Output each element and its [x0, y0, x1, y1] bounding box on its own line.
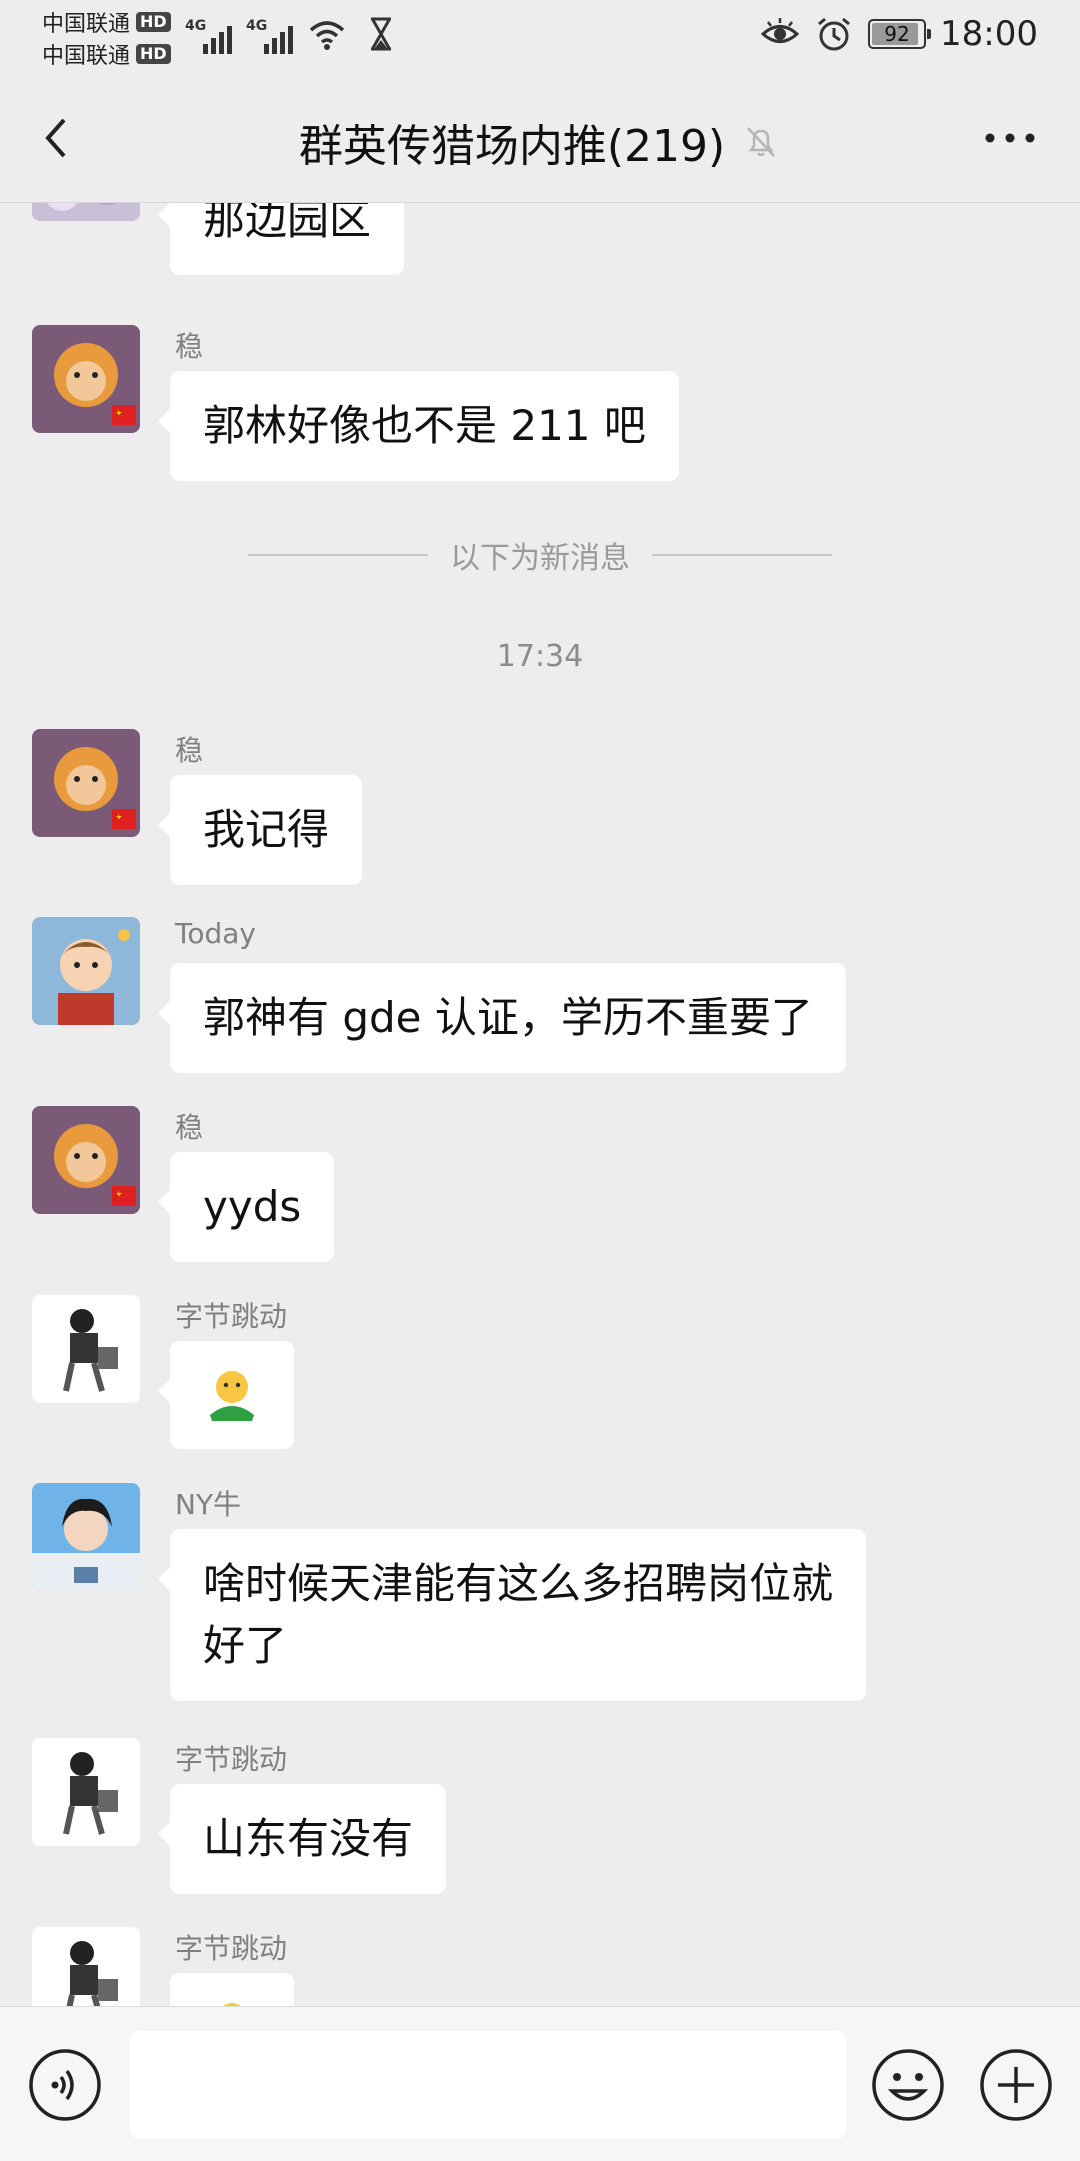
network-type-1: 4G [185, 18, 207, 34]
avatar[interactable] [32, 203, 140, 221]
message-bubble[interactable]: yyds [157, 1152, 335, 1262]
alarm-icon [818, 17, 850, 51]
sender-name: 字节跳动 [175, 1932, 288, 1965]
signal-icon-2: 4G [246, 18, 293, 54]
avatar[interactable] [32, 729, 140, 837]
message-bubble[interactable] [170, 1973, 294, 2006]
page-title: 群英传猎场内推(219) [298, 121, 726, 172]
title-wrap: 群英传猎场内推(219) [0, 110, 1080, 174]
message-bubble[interactable]: 郭神有 gde 认证，学历不重要了 [158, 963, 846, 1073]
sender-name: 字节跳动 [175, 1300, 288, 1333]
wifi-icon [309, 21, 345, 50]
avatar[interactable] [32, 917, 140, 1025]
timestamp: 17:34 [496, 639, 584, 674]
green-shirt-emoji-icon [210, 1371, 254, 1421]
hourglass-icon [371, 17, 391, 51]
message-bubble[interactable]: 啥时候天津能有这么多招聘岗位就 好了 [157, 1529, 867, 1701]
status-right: 92 18:00 [760, 14, 1038, 54]
divider-text: 以下为新消息 [450, 541, 630, 576]
sender-name: 稳 [175, 330, 204, 363]
message-text-line: 啥时候天津能有这么多招聘岗位就 [203, 1559, 834, 1608]
message-text: 郭林好像也不是 211 吧 [203, 401, 646, 450]
message-text-line: 好了 [203, 1621, 288, 1670]
message-bubble[interactable]: 郭林好像也不是 211 吧 [158, 371, 679, 481]
message-bubble[interactable] [158, 1341, 294, 1449]
battery-level: 92 [884, 22, 910, 46]
message-text: 山东有没有 [203, 1814, 414, 1863]
hd-badge-2: HD [136, 44, 171, 64]
smiley-icon[interactable] [870, 2047, 946, 2123]
status-time: 18:00 [940, 14, 1038, 54]
message-bubble[interactable]: 山东有没有 [157, 1784, 447, 1894]
message-input[interactable] [130, 2031, 846, 2139]
message-bubble[interactable]: 我记得 [157, 775, 363, 885]
hd-badge-1: HD [136, 12, 171, 32]
network-type-2: 4G [246, 18, 268, 34]
message-bubble[interactable]: 那边园区 [157, 203, 405, 275]
avatar[interactable] [32, 1483, 140, 1591]
sender-name: 字节跳动 [175, 1743, 288, 1776]
input-bar [0, 2006, 1080, 2161]
message-text: 我记得 [203, 805, 330, 854]
message-text: 那边园区 [203, 203, 372, 244]
carrier-info: 中国联通 HD 中国联通 HD [42, 6, 171, 70]
signal-group: 4G 4G [185, 14, 401, 54]
status-bar: 中国联通 HD 中国联通 HD 4G 4G 92 18:00 [0, 0, 1080, 72]
sender-name: NY牛 [175, 1488, 242, 1521]
signal-icon-1: 4G [185, 18, 232, 54]
avatar[interactable] [32, 1738, 140, 1846]
plus-circle-icon[interactable] [978, 2047, 1054, 2123]
battery-icon: 92 [868, 19, 932, 49]
message-text: yyds [203, 1182, 302, 1231]
avatar[interactable] [32, 1106, 140, 1214]
voice-icon[interactable] [27, 2047, 103, 2123]
bell-muted-icon [747, 127, 776, 157]
sender-name: Today [175, 917, 256, 950]
more-icon[interactable] [982, 126, 1038, 150]
chat-scroll[interactable]: 那边园区 稳 郭林好像也不是 211 吧 以下为新消息 17:34 稳 我记得 … [0, 203, 1080, 2006]
chat-header: 群英传猎场内推(219) [0, 72, 1080, 203]
carrier-1: 中国联通 [42, 12, 131, 37]
sender-name: 稳 [175, 734, 204, 767]
avatar[interactable] [32, 325, 140, 433]
eye-comfort-icon [760, 18, 800, 43]
carrier-2: 中国联通 [42, 44, 131, 69]
new-messages-divider: 以下为新消息 [0, 533, 1080, 577]
emoji-icon [222, 2003, 242, 2006]
sender-name: 稳 [175, 1111, 204, 1144]
avatar[interactable] [32, 1295, 140, 1403]
avatar[interactable] [32, 1927, 140, 2006]
message-text: 郭神有 gde 认证，学历不重要了 [203, 993, 813, 1042]
